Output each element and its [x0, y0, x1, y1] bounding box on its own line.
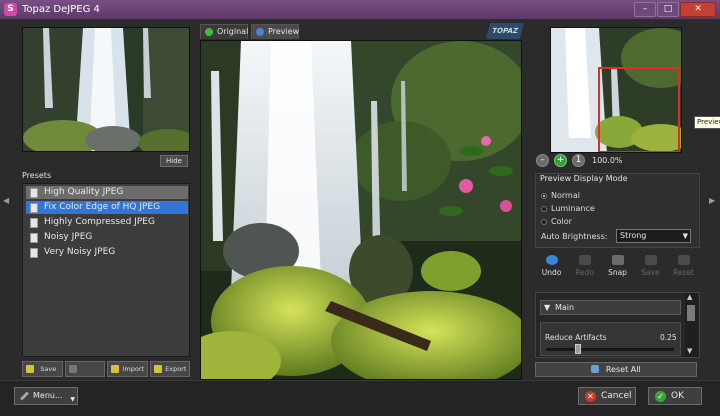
document-icon	[30, 203, 38, 213]
radio-icon	[541, 206, 547, 212]
document-icon	[30, 248, 38, 258]
preset-highly-compressed-jpeg[interactable]: Highly Compressed JPEG	[26, 216, 188, 229]
topaz-logo: TOPAZ	[485, 23, 525, 39]
preset-buttons: Save Import Export	[22, 361, 190, 377]
window-title: Topaz DeJPEG 4	[22, 4, 100, 15]
redo-icon	[578, 255, 591, 265]
delete-icon	[68, 365, 77, 373]
auto-brightness-select[interactable]: Strong ▼	[616, 229, 691, 243]
radio-selected-icon	[541, 193, 547, 199]
snap-button[interactable]: Snap	[601, 253, 634, 283]
thumbnail-image	[22, 27, 190, 152]
scroll-down-icon[interactable]: ▼	[687, 347, 692, 355]
wrench-icon	[19, 391, 30, 401]
preset-fix-color-edge[interactable]: Fix Color Edge of HQ JPEG	[26, 201, 188, 214]
zoom-in-icon[interactable]: +	[554, 153, 567, 167]
presets-list: High Quality JPEG Fix Color Edge of HQ J…	[22, 183, 190, 357]
undo-button[interactable]: Undo	[535, 253, 568, 283]
reduce-artifacts-slider-track[interactable]	[546, 348, 674, 351]
import-icon	[111, 365, 119, 373]
preset-very-noisy-jpeg[interactable]: Very Noisy JPEG	[26, 246, 188, 259]
zoom-value: 100.0%	[592, 155, 623, 165]
save-icon	[644, 255, 657, 265]
export-preset-button[interactable]: Export	[149, 361, 190, 377]
document-icon	[30, 188, 38, 198]
radio-normal[interactable]: Normal	[541, 191, 580, 200]
save-preset-button[interactable]: Save	[22, 361, 63, 377]
toolbar: Undo Redo Snap Save Reset	[535, 253, 700, 283]
navigator-image[interactable]	[550, 27, 682, 153]
presets-label: Presets	[22, 171, 52, 180]
save-snap-button[interactable]: Save	[634, 253, 667, 283]
export-icon	[153, 365, 162, 373]
window-controls: – □ ✕	[634, 2, 716, 17]
reset-icon	[591, 365, 600, 373]
save-icon	[26, 365, 34, 373]
redo-button[interactable]: Redo	[568, 253, 601, 283]
zoom-actual-size-icon[interactable]: 1	[572, 153, 585, 167]
tab-preview[interactable]: Preview	[251, 24, 299, 39]
reset-all-button[interactable]: Reset All	[535, 362, 697, 377]
radio-luminance[interactable]: Luminance	[541, 204, 595, 213]
radio-color[interactable]: Color	[541, 217, 572, 226]
close-button[interactable]: ✕	[680, 2, 716, 17]
document-icon	[30, 218, 38, 228]
preview-image[interactable]	[200, 40, 522, 380]
original-dot-icon	[205, 28, 213, 36]
app-icon: S	[4, 3, 17, 16]
reduce-artifacts-value[interactable]: 0.25	[660, 333, 677, 342]
preview-display-mode-title: Preview Display Mode	[540, 174, 628, 183]
chevron-down-icon: ▼	[682, 232, 688, 240]
undo-icon	[545, 255, 558, 265]
cancel-icon: ✕	[585, 391, 596, 402]
collapse-right-arrow-icon[interactable]: ▶	[709, 196, 715, 205]
hide-button[interactable]: Hide	[160, 155, 188, 167]
menu-button[interactable]: Menu... ▼	[14, 387, 78, 405]
minimize-button[interactable]: –	[634, 2, 656, 17]
reduce-artifacts-slider-thumb[interactable]	[575, 344, 581, 354]
radio-icon	[541, 219, 547, 225]
expand-triangle-icon: ▼	[544, 303, 551, 312]
main-section-header[interactable]: ▼ Main	[540, 300, 681, 315]
cancel-button[interactable]: ✕ Cancel	[578, 387, 636, 405]
reduce-artifacts-label: Reduce Artifacts	[545, 333, 607, 342]
auto-brightness-label: Auto Brightness:	[541, 232, 608, 241]
snap-icon	[611, 255, 624, 265]
scrollbar-thumb[interactable]	[687, 305, 695, 321]
zoom-out-icon[interactable]: –	[536, 153, 549, 167]
preview-dot-icon	[256, 28, 264, 36]
reset-icon	[677, 255, 690, 265]
preset-noisy-jpeg[interactable]: Noisy JPEG	[26, 231, 188, 244]
document-icon	[30, 233, 38, 243]
preset-high-quality-jpeg[interactable]: High Quality JPEG	[26, 186, 188, 199]
maximize-button[interactable]: □	[657, 2, 679, 17]
import-preset-button[interactable]: Import	[107, 361, 148, 377]
check-icon: ✓	[655, 391, 666, 402]
ok-button[interactable]: ✓ OK	[648, 387, 702, 405]
chevron-down-icon: ▼	[70, 396, 75, 403]
zoom-controls: – + 1 100.0%	[536, 153, 623, 167]
settings-scrollbar[interactable]: ▲ ▼	[685, 293, 698, 357]
tab-original[interactable]: Original	[200, 24, 248, 39]
delete-preset-button[interactable]	[64, 361, 105, 377]
reset-tool-button[interactable]: Reset	[667, 253, 700, 283]
collapse-left-arrow-icon[interactable]: ◀	[3, 196, 9, 205]
title-bar: S Topaz DeJPEG 4 – □ ✕	[0, 0, 720, 20]
preview-tooltip: Preview	[694, 116, 720, 129]
scroll-up-icon[interactable]: ▲	[687, 293, 692, 301]
